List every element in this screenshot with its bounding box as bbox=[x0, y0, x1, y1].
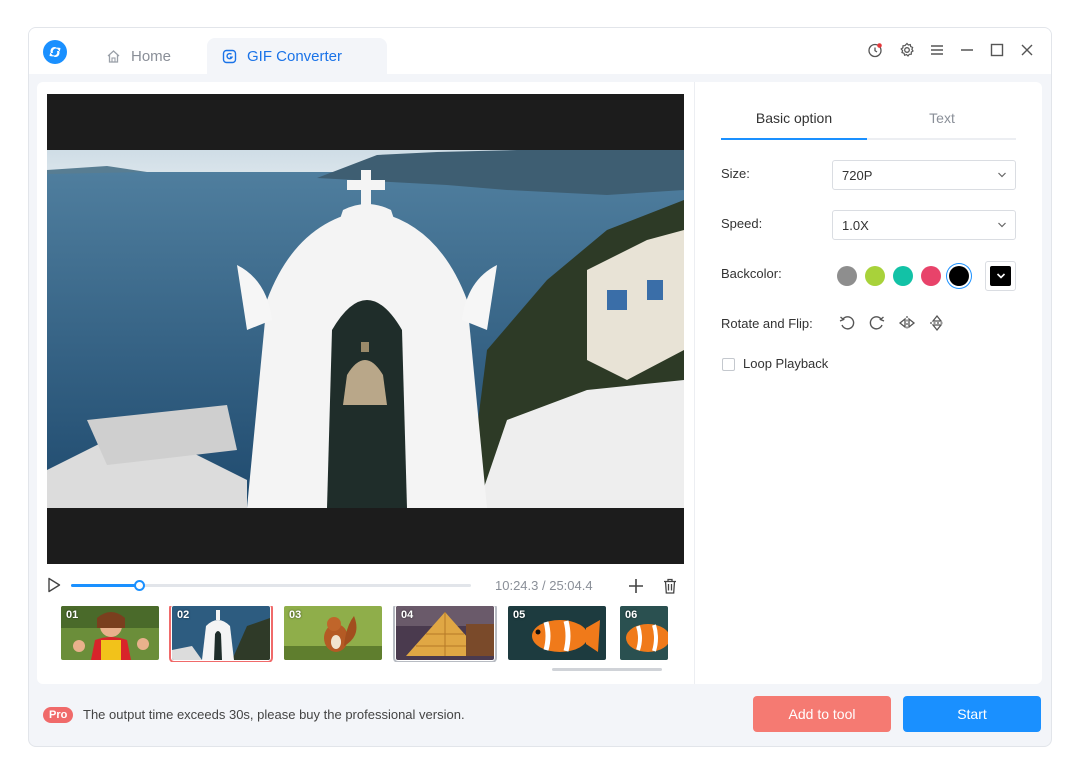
app-window: Home GIF Converter 10:24.3 / 25:04.4 01 … bbox=[28, 27, 1052, 747]
color-picker-button[interactable] bbox=[985, 261, 1016, 291]
speed-label: Speed: bbox=[721, 216, 763, 231]
play-icon[interactable] bbox=[47, 577, 61, 593]
thumbnail-03[interactable]: 03 bbox=[284, 606, 382, 660]
tab-text[interactable]: Text bbox=[869, 110, 1015, 126]
thumbnail-03-number: 03 bbox=[289, 609, 302, 621]
gear-icon[interactable] bbox=[898, 41, 916, 59]
speed-select[interactable]: 1.0X bbox=[832, 210, 1016, 240]
chevron-down-icon bbox=[998, 172, 1006, 178]
trash-icon[interactable] bbox=[661, 577, 679, 595]
thumbnail-04[interactable]: 04 bbox=[393, 606, 497, 662]
loop-playback-checkbox[interactable] bbox=[722, 358, 735, 371]
thumbnail-04-number: 04 bbox=[401, 609, 414, 621]
rotate-flip-label: Rotate and Flip: bbox=[721, 316, 813, 331]
menu-icon[interactable] bbox=[928, 41, 946, 59]
progress-track[interactable] bbox=[71, 580, 471, 591]
pro-badge[interactable]: Pro bbox=[43, 707, 74, 723]
thumbnail-02[interactable]: 02 bbox=[169, 606, 273, 662]
rotate-right-icon[interactable] bbox=[868, 314, 886, 332]
size-value: 720P bbox=[842, 167, 873, 183]
main-content: 10:24.3 / 25:04.4 01 02 03 04 05 06 Basi… bbox=[37, 82, 1042, 684]
options-pane: Basic option Text Size: 720P Speed: 1.0X… bbox=[721, 82, 1016, 684]
color-swatch-black[interactable] bbox=[949, 266, 969, 286]
thumbnail-06-number: 06 bbox=[625, 609, 638, 621]
minimize-icon[interactable] bbox=[958, 41, 976, 59]
timecode: 10:24.3 / 25:04.4 bbox=[495, 578, 593, 593]
tab-gif-converter-label: GIF Converter bbox=[247, 47, 343, 65]
tab-home[interactable]: Home bbox=[91, 38, 201, 74]
active-tab-indicator bbox=[721, 138, 867, 140]
maximize-icon[interactable] bbox=[988, 41, 1006, 59]
playback-controls: 10:24.3 / 25:04.4 bbox=[47, 575, 684, 597]
thumbnail-05-number: 05 bbox=[513, 609, 526, 621]
close-icon[interactable] bbox=[1018, 41, 1036, 59]
color-swatch-pink[interactable] bbox=[921, 266, 941, 286]
rotate-left-icon[interactable] bbox=[838, 314, 856, 332]
chevron-down-icon bbox=[996, 273, 1005, 279]
tab-basic-option[interactable]: Basic option bbox=[721, 110, 867, 126]
footer-bar: Pro The output time exceeds 30s, please … bbox=[29, 692, 1051, 746]
color-swatch-gray[interactable] bbox=[837, 266, 857, 286]
tab-home-label: Home bbox=[131, 47, 172, 65]
add-icon[interactable] bbox=[627, 577, 645, 595]
thumbnail-01[interactable]: 01 bbox=[61, 606, 159, 660]
history-icon[interactable] bbox=[866, 41, 884, 59]
upgrade-message: The output time exceeds 30s, please buy … bbox=[83, 707, 465, 722]
home-icon bbox=[105, 48, 121, 64]
thumbnail-strip: 01 02 03 04 05 06 bbox=[61, 606, 671, 662]
color-swatch-teal[interactable] bbox=[893, 266, 913, 286]
video-preview[interactable] bbox=[47, 94, 684, 564]
gif-converter-icon bbox=[221, 48, 237, 64]
tab-gif-converter[interactable]: GIF Converter bbox=[207, 38, 387, 74]
thumbnail-01-number: 01 bbox=[66, 609, 79, 621]
thumbnail-05[interactable]: 05 bbox=[508, 606, 606, 660]
size-select[interactable]: 720P bbox=[832, 160, 1016, 190]
pane-divider bbox=[694, 82, 695, 684]
preview-pane: 10:24.3 / 25:04.4 01 02 03 04 05 06 bbox=[37, 82, 695, 684]
title-bar: Home GIF Converter bbox=[29, 28, 1051, 74]
chevron-down-icon bbox=[998, 222, 1006, 228]
flip-vertical-icon[interactable] bbox=[928, 314, 946, 332]
progress-handle[interactable] bbox=[134, 580, 145, 591]
loop-playback-label: Loop Playback bbox=[743, 356, 829, 371]
add-to-tool-button[interactable]: Add to tool bbox=[753, 696, 891, 732]
backcolor-label: Backcolor: bbox=[721, 266, 782, 281]
size-label: Size: bbox=[721, 166, 750, 181]
app-logo bbox=[43, 40, 67, 64]
color-swatch-green[interactable] bbox=[865, 266, 885, 286]
thumbnail-02-number: 02 bbox=[177, 609, 190, 621]
start-button[interactable]: Start bbox=[903, 696, 1041, 732]
speed-value: 1.0X bbox=[842, 217, 869, 233]
thumbnail-06[interactable]: 06 bbox=[620, 606, 668, 660]
thumbnail-scrollbar[interactable] bbox=[552, 668, 662, 671]
preview-image bbox=[47, 150, 684, 508]
options-tabs: Basic option Text bbox=[721, 106, 1016, 140]
flip-horizontal-icon[interactable] bbox=[898, 314, 916, 332]
progress-fill bbox=[71, 584, 139, 587]
